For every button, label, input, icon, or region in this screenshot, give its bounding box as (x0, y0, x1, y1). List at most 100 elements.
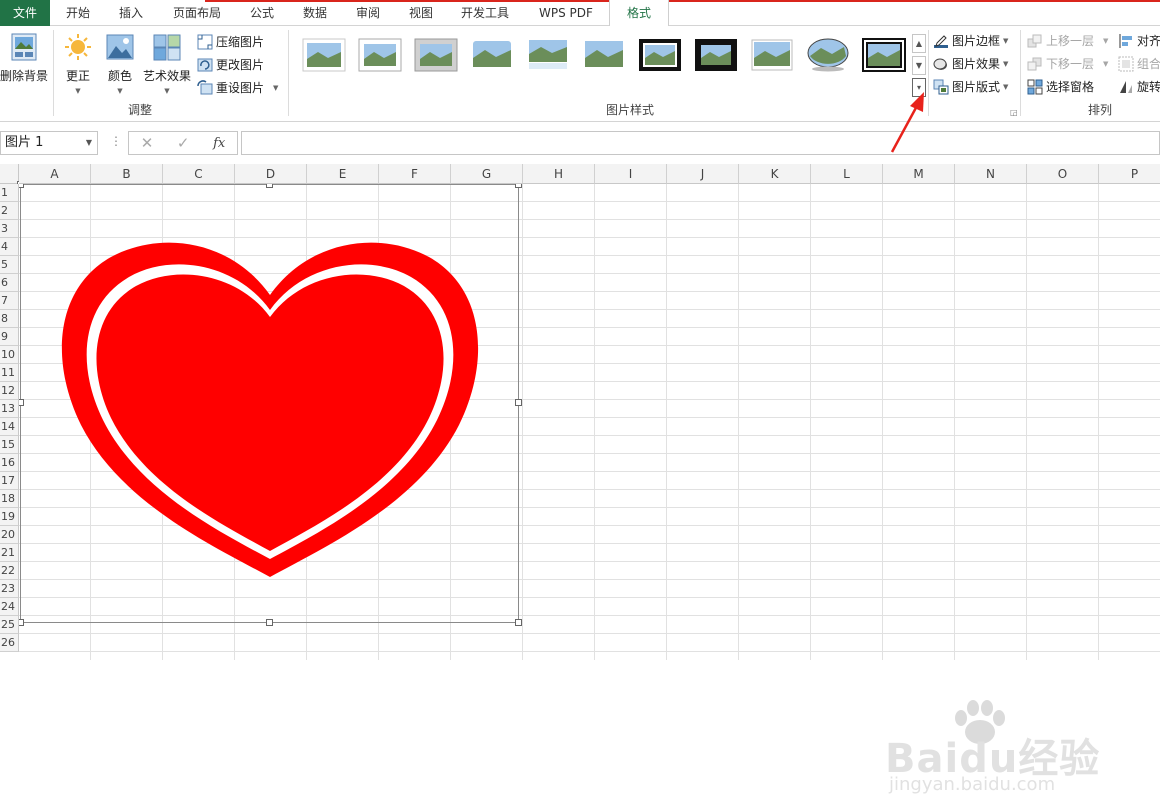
row-header[interactable]: 22 (0, 562, 19, 580)
picture-effects-button[interactable]: 图片效果 ▼ (933, 54, 1008, 74)
row-header[interactable]: 16 (0, 454, 19, 472)
selected-picture[interactable] (17, 181, 522, 626)
picture-style-thumbnail[interactable] (302, 38, 346, 72)
tab-review[interactable]: 审阅 (356, 0, 380, 26)
column-header[interactable]: O (1027, 164, 1099, 184)
picture-style-thumbnail[interactable] (526, 38, 570, 72)
gallery-scroll-up[interactable]: ▲ (912, 34, 926, 53)
formula-input[interactable] (241, 131, 1160, 155)
bring-forward-button[interactable]: 上移一层 ▼ (1027, 31, 1108, 51)
tab-developer[interactable]: 开发工具 (461, 0, 509, 26)
chevron-down-icon[interactable]: ▼ (86, 132, 92, 154)
insert-function-icon[interactable]: fx (213, 136, 225, 151)
row-header[interactable]: 2 (0, 202, 19, 220)
row-header[interactable]: 14 (0, 418, 19, 436)
row-header[interactable]: 25 (0, 616, 19, 634)
ribbon-separator (288, 30, 289, 116)
column-header[interactable]: J (667, 164, 739, 184)
rotate-button[interactable]: 旋转 (1118, 77, 1160, 97)
picture-style-thumbnail[interactable] (414, 38, 458, 72)
row-header[interactable]: 9 (0, 328, 19, 346)
artistic-effects-button[interactable]: 艺术效果 ▼ (140, 32, 194, 95)
change-picture-button[interactable]: 更改图片 (197, 55, 264, 75)
dialog-launcher-icon[interactable]: ◲ (1010, 108, 1018, 117)
gallery-scroll-down[interactable]: ▼ (912, 56, 926, 75)
picture-style-thumbnail[interactable] (582, 38, 626, 72)
column-header[interactable]: C (163, 164, 235, 184)
chevron-down-icon[interactable]: ▼ (273, 78, 278, 98)
name-box[interactable]: 图片 1 ▼ (0, 131, 98, 155)
row-header[interactable]: 7 (0, 292, 19, 310)
row-header[interactable]: 15 (0, 436, 19, 454)
selection-pane-button[interactable]: 选择窗格 (1027, 77, 1094, 97)
tab-insert[interactable]: 插入 (119, 0, 143, 26)
resize-handle[interactable] (515, 399, 522, 406)
row-header[interactable]: 12 (0, 382, 19, 400)
row-header[interactable]: 21 (0, 544, 19, 562)
row-header[interactable]: 19 (0, 508, 19, 526)
tab-data[interactable]: 数据 (303, 0, 327, 26)
column-header[interactable]: A (19, 164, 91, 184)
column-header[interactable]: F (379, 164, 451, 184)
picture-style-thumbnail[interactable] (358, 38, 402, 72)
corrections-button[interactable]: 更正 ▼ (58, 32, 98, 95)
tab-wps-pdf[interactable]: WPS PDF (539, 0, 593, 26)
column-header[interactable]: B (91, 164, 163, 184)
arrange-group-label: 排列 (1087, 103, 1112, 117)
row-header[interactable]: 4 (0, 238, 19, 256)
row-header[interactable]: 1 (0, 184, 19, 202)
row-header[interactable]: 18 (0, 490, 19, 508)
group-button[interactable]: 组合 (1118, 54, 1160, 74)
column-header[interactable]: L (811, 164, 883, 184)
align-button[interactable]: 对齐 (1118, 31, 1160, 51)
row-header[interactable]: 24 (0, 598, 19, 616)
column-header[interactable]: K (739, 164, 811, 184)
tab-file[interactable]: 文件 (0, 0, 50, 26)
column-header[interactable]: E (307, 164, 379, 184)
column-header[interactable]: N (955, 164, 1027, 184)
column-header[interactable]: H (523, 164, 595, 184)
picture-style-thumbnail[interactable] (862, 38, 906, 72)
column-header[interactable]: I (595, 164, 667, 184)
picture-style-thumbnail[interactable] (470, 38, 514, 72)
picture-style-thumbnail[interactable] (750, 38, 794, 72)
reset-picture-button[interactable]: 重设图片 ▼ (197, 78, 278, 98)
row-header[interactable]: 10 (0, 346, 19, 364)
picture-layout-button[interactable]: 图片版式 ▼ (933, 77, 1008, 97)
enter-icon[interactable]: ✓ (177, 134, 190, 152)
row-header[interactable]: 3 (0, 220, 19, 238)
row-header[interactable]: 8 (0, 310, 19, 328)
tab-view[interactable]: 视图 (409, 0, 433, 26)
tab-home[interactable]: 开始 (66, 0, 90, 26)
picture-style-thumbnail[interactable] (694, 38, 738, 72)
compress-pictures-button[interactable]: 压缩图片 (197, 32, 264, 52)
more-icon[interactable]: ⋮ (110, 134, 122, 148)
picture-style-thumbnail[interactable] (806, 38, 850, 72)
chevron-down-icon: ▼ (1103, 37, 1109, 45)
row-header[interactable]: 5 (0, 256, 19, 274)
picture-style-thumbnail[interactable] (638, 38, 682, 72)
row-header[interactable]: 20 (0, 526, 19, 544)
column-header[interactable]: M (883, 164, 955, 184)
resize-handle[interactable] (515, 619, 522, 626)
row-header[interactable]: 11 (0, 364, 19, 382)
worksheet-grid[interactable]: Baidu经验 jingyan.baidu.com ABCDEFGHIJKLMN… (0, 164, 1160, 795)
resize-handle[interactable] (266, 619, 273, 626)
align-icon (1119, 34, 1132, 48)
row-header[interactable]: 17 (0, 472, 19, 490)
send-backward-button[interactable]: 下移一层 ▼ (1027, 54, 1108, 74)
picture-border-button[interactable]: 图片边框 ▼ (933, 31, 1008, 51)
color-button[interactable]: 颜色 ▼ (102, 32, 138, 95)
remove-background-button[interactable]: 删除背景 (0, 32, 48, 84)
tab-page-layout[interactable]: 页面布局 (173, 0, 221, 26)
row-header[interactable]: 6 (0, 274, 19, 292)
row-header[interactable]: 26 (0, 634, 19, 652)
tab-format[interactable]: 格式 (609, 0, 669, 27)
column-header[interactable]: D (235, 164, 307, 184)
tab-formulas[interactable]: 公式 (250, 0, 274, 26)
row-header[interactable]: 13 (0, 400, 19, 418)
row-header[interactable]: 23 (0, 580, 19, 598)
column-header[interactable]: G (451, 164, 523, 184)
column-header[interactable]: P (1099, 164, 1160, 184)
cancel-icon[interactable]: ✕ (141, 134, 154, 152)
